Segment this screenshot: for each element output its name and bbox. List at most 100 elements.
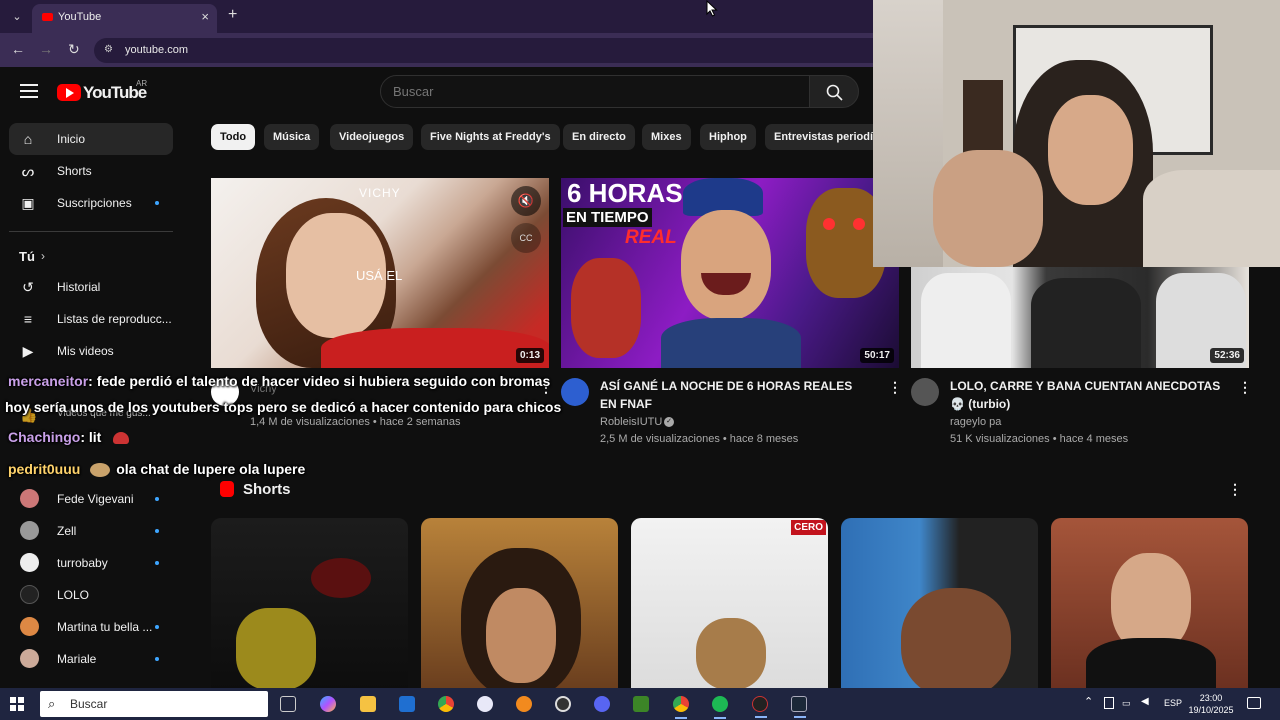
avatar	[20, 617, 39, 636]
chip-entrevistas[interactable]: Entrevistas periodís	[765, 124, 873, 150]
sidebar-item-listas[interactable]: ≡ Listas de reproducc...	[9, 303, 173, 335]
sidebar-section-tu[interactable]: Tú	[19, 249, 35, 264]
chrome-profile-icon[interactable]	[673, 696, 689, 719]
spotify-icon[interactable]	[712, 696, 728, 719]
chip-hiphop[interactable]: Hiphop	[700, 124, 756, 150]
my-videos-icon: ▶	[22, 343, 34, 359]
back-icon[interactable]: ←	[11, 41, 25, 57]
channel-avatar[interactable]	[561, 378, 589, 406]
channel-name[interactable]: RobleisIUTU	[600, 416, 662, 428]
sidebar-sub-zell[interactable]: Zell	[9, 515, 173, 547]
taskbar-search-box[interactable]: ⌕ Buscar	[40, 691, 268, 717]
search-input[interactable]	[393, 84, 793, 99]
search-button[interactable]	[809, 75, 859, 108]
reload-icon[interactable]: ↻	[68, 41, 80, 58]
sidebar-sub-lolo[interactable]: LOLO	[9, 579, 173, 611]
chip-fnaf[interactable]: Five Nights at Freddy's	[421, 124, 560, 150]
sidebar-item-suscripciones[interactable]: ▣ Suscripciones	[9, 187, 173, 219]
sidebar-sub-turrobaby[interactable]: turrobaby	[9, 547, 173, 579]
more-options-icon[interactable]: ⋮	[1228, 481, 1242, 498]
notifications-icon[interactable]	[1247, 697, 1261, 709]
short-thumbnail[interactable]	[211, 518, 408, 690]
sidebar-sub-martina[interactable]: Martina tu bella ...	[9, 611, 173, 643]
url-field[interactable]: ⚙ youtube.com	[94, 38, 873, 63]
tab-close-icon[interactable]: ×	[201, 9, 209, 24]
task-view-icon[interactable]	[280, 696, 296, 712]
video-thumbnail-fnaf[interactable]: 6 HORAS EN TIEMPO REAL 50:17	[561, 178, 899, 368]
tray-app-icon[interactable]	[1104, 697, 1114, 709]
network-icon[interactable]: ▭	[1122, 698, 1131, 709]
chevron-right-icon[interactable]: ›	[41, 249, 45, 263]
sidebar-item-shorts[interactable]: ᔕ Shorts	[9, 155, 173, 187]
channel-avatar[interactable]	[911, 378, 939, 406]
chat-message: mercaneitor: fede perdió el talento de h…	[8, 373, 550, 389]
chip-musica[interactable]: Música	[264, 124, 320, 150]
chat-message: pedrit0uuu ola chat de lupere ola lupere	[8, 461, 305, 478]
browser-tab[interactable]: YouTube ×	[32, 4, 217, 33]
new-content-dot	[155, 625, 159, 629]
short-thumbnail[interactable]	[1051, 518, 1248, 690]
tab-search-button[interactable]: ⌄	[8, 8, 26, 26]
app-icon[interactable]	[516, 696, 532, 712]
sidebar-sub-fede-vigevani[interactable]: Fede Vigevani	[9, 483, 173, 515]
chip-mixes[interactable]: Mixes	[642, 124, 691, 150]
sidebar-item-label: Inicio	[57, 132, 86, 146]
browser-tab-bar: ⌄ YouTube × +	[0, 0, 873, 33]
short-thumbnail[interactable]	[421, 518, 618, 690]
minecraft-icon[interactable]	[633, 696, 649, 712]
chip-videojuegos[interactable]: Videojuegos	[330, 124, 414, 150]
video-thumbnail-ad[interactable]: VICHY USÁ EL 🔇 CC 0:13	[211, 178, 549, 368]
tab-title: YouTube	[58, 11, 102, 23]
channel-badge: CERO	[791, 520, 826, 535]
thumbnail-animatronic-shape	[571, 258, 641, 358]
file-explorer-icon[interactable]	[360, 696, 376, 712]
sidebar-item-mis-videos[interactable]: ▶ Mis videos	[9, 335, 173, 367]
app-icon[interactable]	[752, 696, 768, 718]
home-icon: ⌂	[23, 131, 33, 147]
short-thumbnail[interactable]: CERO	[631, 518, 828, 690]
tray-overflow-icon[interactable]: ⌃	[1084, 695, 1093, 708]
menu-icon[interactable]	[20, 84, 38, 98]
more-options-icon[interactable]: ⋮	[1238, 379, 1252, 396]
sidebar-item-historial[interactable]: ↺ Historial	[9, 271, 173, 303]
input-language[interactable]: ESP	[1164, 698, 1182, 708]
store-icon[interactable]	[399, 696, 415, 712]
obs-icon[interactable]	[555, 696, 571, 712]
shorts-logo-icon	[220, 481, 234, 497]
sidebar-item-inicio[interactable]: ⌂ Inicio	[9, 123, 173, 155]
chip-todo[interactable]: Todo	[211, 124, 256, 150]
captions-icon[interactable]: CC	[511, 223, 541, 253]
short-thumbnail[interactable]	[841, 518, 1038, 690]
playlists-icon: ≡	[23, 311, 33, 327]
more-options-icon[interactable]: ⋮	[888, 379, 902, 396]
search-box[interactable]	[380, 75, 810, 108]
steam-icon[interactable]	[791, 696, 807, 718]
volume-icon[interactable]: ◀	[1141, 696, 1149, 707]
avatar	[20, 521, 39, 540]
new-tab-icon[interactable]: +	[228, 6, 237, 24]
taskbar-clock[interactable]: 23:00 19/10/2025	[1186, 692, 1236, 716]
sidebar-sub-label: LOLO	[57, 588, 90, 602]
chip-en-directo[interactable]: En directo	[563, 124, 635, 150]
video-title[interactable]: LOLO, CARRE Y BANA CUENTAN ANECDOTAS 💀 (…	[950, 377, 1235, 413]
sidebar-sub-mariale[interactable]: Mariale	[9, 643, 173, 675]
new-content-dot	[155, 561, 159, 565]
forward-icon[interactable]: →	[39, 41, 53, 57]
screen: ⌄ YouTube × + ← → ↻ ⚙ youtube.com YouTub…	[0, 0, 1280, 720]
copilot-icon[interactable]	[320, 696, 336, 712]
youtube-favicon-icon	[42, 13, 53, 21]
avatar	[20, 649, 39, 668]
discord-icon[interactable]	[594, 696, 610, 712]
chat-emote-icon	[90, 463, 111, 478]
site-info-icon[interactable]: ⚙	[104, 44, 113, 55]
windows-start-icon[interactable]	[10, 697, 24, 711]
app-icon[interactable]	[477, 696, 493, 712]
sidebar-sub-label: Fede Vigevani	[57, 492, 134, 506]
new-content-dot	[155, 657, 159, 661]
channel-name[interactable]: rageylo pa	[950, 416, 1001, 428]
mute-icon[interactable]: 🔇	[511, 186, 541, 216]
chat-message: hoy sería unos de los youtubers tops per…	[5, 399, 561, 415]
chrome-icon[interactable]	[438, 696, 454, 712]
thumb-text: REAL	[625, 227, 677, 248]
video-title[interactable]: ASÍ GANÉ LA NOCHE DE 6 HORAS REALES EN F…	[600, 377, 870, 413]
